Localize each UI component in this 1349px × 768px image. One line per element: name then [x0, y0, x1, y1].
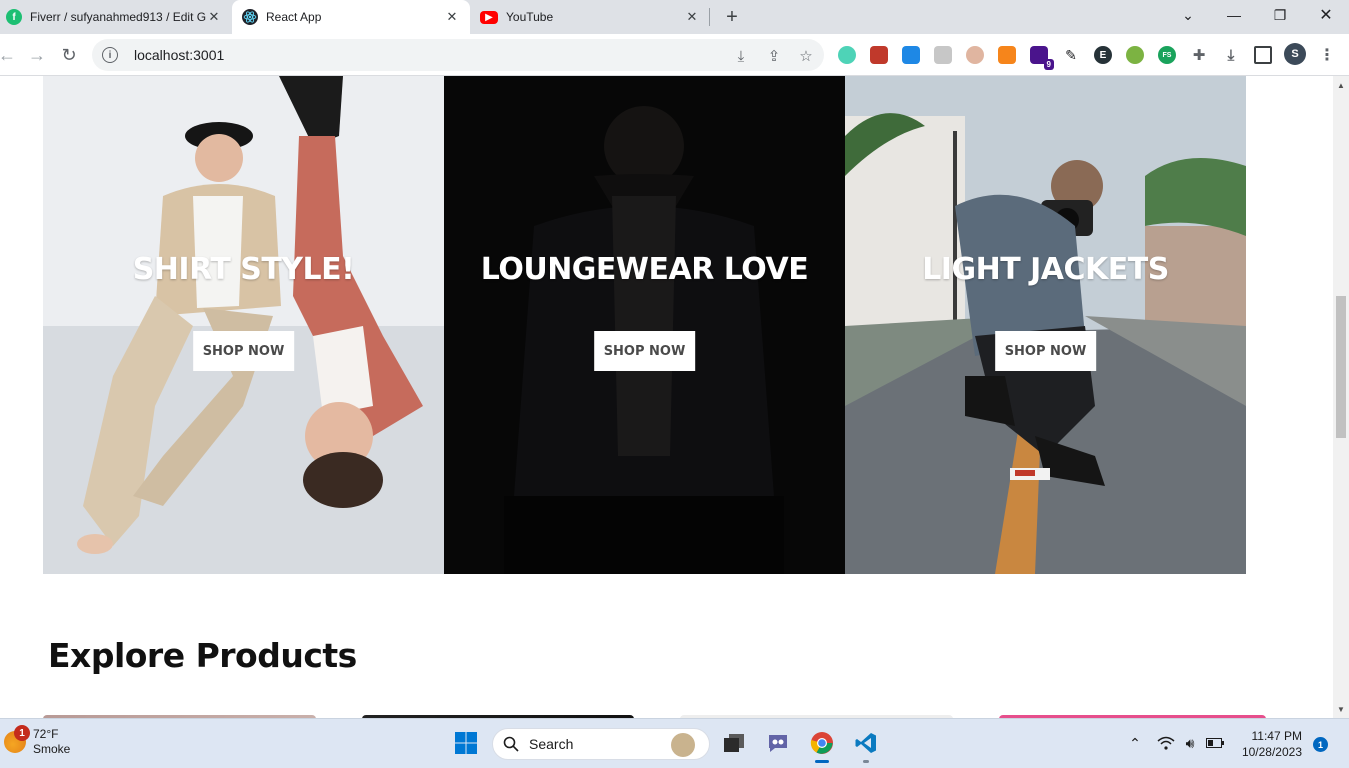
browser-tab-strip: f Fiverr / sufyanahmed913 / Edit G ✕ Rea…: [0, 0, 1349, 34]
share-icon[interactable]: ⇪: [765, 47, 783, 65]
battery-icon[interactable]: [1205, 733, 1225, 753]
weather-widget[interactable]: 1 72°F Smoke: [4, 725, 71, 757]
weather-badge: 1: [14, 725, 30, 741]
shop-now-button[interactable]: SHOP NOW: [994, 331, 1097, 371]
windows-start-icon[interactable]: [453, 730, 479, 756]
tab-title: Fiverr / sufyanahmed913 / Edit G: [30, 10, 206, 24]
extension-fs-icon[interactable]: FS: [1158, 46, 1176, 64]
chrome-icon[interactable]: [809, 730, 835, 756]
extension-badge: 9: [1043, 59, 1054, 70]
extension-bulb-icon[interactable]: [1126, 46, 1144, 64]
bookmark-star-icon[interactable]: ☆: [797, 47, 815, 65]
category-card-light-jackets[interactable]: LIGHT JACKETS SHOP NOW: [845, 76, 1246, 574]
tab-react-app[interactable]: React App ✕: [232, 0, 470, 34]
tab-youtube[interactable]: ▶ YouTube ✕: [472, 0, 708, 34]
scroll-down-arrow-icon[interactable]: ▼: [1333, 702, 1349, 716]
minimize-button[interactable]: —: [1211, 0, 1257, 30]
category-card-shirt-style[interactable]: SHIRT STYLE! SHOP NOW: [43, 76, 444, 574]
new-tab-button[interactable]: +: [720, 5, 744, 29]
forward-icon[interactable]: →: [24, 42, 50, 68]
browser-toolbar: ← → ↻ i localhost:3001 ⤓ ⇪ ☆ 9 ✎ E FS ✚ …: [0, 34, 1349, 76]
weather-condition: Smoke: [33, 742, 71, 756]
shop-now-button[interactable]: SHOP NOW: [192, 331, 295, 371]
address-bar[interactable]: i localhost:3001 ⤓ ⇪ ☆: [92, 39, 824, 71]
side-panel-icon[interactable]: [1254, 46, 1272, 64]
category-title: SHIRT STYLE!: [132, 252, 355, 287]
page-scrollbar[interactable]: ▲ ▼: [1333, 76, 1349, 718]
task-view-icon[interactable]: [721, 730, 747, 756]
chrome-active-indicator: [815, 760, 829, 763]
extension-grey-icon[interactable]: [934, 46, 952, 64]
shirt-style-image: [43, 76, 444, 574]
eyedropper-icon[interactable]: ✎: [1062, 46, 1080, 64]
restore-button[interactable]: ❐: [1257, 0, 1303, 30]
clock-time: 11:47 PM: [1251, 729, 1302, 743]
light-jackets-image: [845, 76, 1246, 574]
search-icon: [503, 736, 519, 752]
teams-chat-icon[interactable]: [765, 730, 791, 756]
site-info-icon[interactable]: i: [102, 47, 118, 63]
extension-clipboard-icon[interactable]: [902, 46, 920, 64]
loungewear-love-image: [444, 76, 845, 574]
youtube-icon: ▶: [480, 10, 498, 24]
downloads-icon[interactable]: ⤓: [1222, 46, 1240, 64]
tab-title: React App: [266, 10, 322, 24]
windows-taskbar: 1 72°F Smoke Search ⌃ 🔊︎ 11:47 PM 10/28/…: [0, 718, 1349, 768]
url-text: localhost:3001: [134, 47, 225, 63]
tab-separator: [709, 8, 710, 26]
scrollbar-thumb[interactable]: [1336, 296, 1346, 438]
section-title-explore-products: Explore Products: [48, 636, 357, 675]
search-label: Search: [529, 736, 574, 752]
extensions-puzzle-icon[interactable]: ✚: [1190, 46, 1208, 64]
vscode-running-indicator: [863, 760, 869, 763]
profile-avatar[interactable]: S: [1284, 43, 1306, 65]
vscode-icon[interactable]: [853, 730, 879, 756]
extension-grammar-icon[interactable]: [838, 46, 856, 64]
tab-search-icon[interactable]: ⌄: [1165, 0, 1211, 30]
close-icon[interactable]: ✕: [206, 9, 222, 25]
extension-dark-circle-icon[interactable]: E: [1094, 46, 1112, 64]
wifi-icon[interactable]: [1156, 733, 1176, 753]
extension-chrome-like-icon[interactable]: [966, 46, 984, 64]
category-banner: SHIRT STYLE! SHOP NOW LOUNGEWEAR LOVE SH…: [43, 76, 1247, 574]
extension-purple-icon[interactable]: 9: [1030, 46, 1054, 70]
system-clock[interactable]: 11:47 PM 10/28/2023: [1236, 728, 1302, 760]
category-title: LOUNGEWEAR LOVE: [480, 252, 809, 287]
category-title: LIGHT JACKETS: [922, 252, 1169, 287]
taskbar-search-box[interactable]: Search: [492, 728, 710, 760]
browser-menu-icon[interactable]: ⋮: [1318, 46, 1336, 64]
install-app-icon[interactable]: ⤓: [732, 47, 750, 65]
close-icon[interactable]: ✕: [684, 9, 700, 25]
category-card-loungewear-love[interactable]: LOUNGEWEAR LOVE SHOP NOW: [444, 76, 845, 574]
close-window-button[interactable]: ✕: [1303, 0, 1349, 30]
clock-date: 10/28/2023: [1241, 745, 1302, 759]
show-hidden-icons-chevron-icon[interactable]: ⌃: [1125, 733, 1145, 753]
fiverr-icon: f: [6, 9, 22, 25]
reload-icon[interactable]: ↻: [56, 42, 82, 68]
weather-sun-icon: 1: [4, 725, 30, 753]
search-highlight-icon: [671, 733, 695, 757]
back-icon[interactable]: ←: [0, 42, 20, 68]
weather-temp: 72°F: [33, 727, 59, 741]
shop-now-button[interactable]: SHOP NOW: [593, 331, 696, 371]
tab-title: YouTube: [506, 10, 554, 24]
scroll-up-arrow-icon[interactable]: ▲: [1333, 78, 1349, 92]
react-icon: [242, 9, 258, 25]
extension-red-icon[interactable]: [870, 46, 888, 64]
metamask-fox-icon[interactable]: [998, 46, 1016, 64]
tab-fiverr[interactable]: f Fiverr / sufyanahmed913 / Edit G ✕: [0, 0, 230, 34]
volume-icon[interactable]: 🔊︎: [1180, 733, 1200, 753]
page-viewport: SHIRT STYLE! SHOP NOW LOUNGEWEAR LOVE SH…: [0, 76, 1333, 718]
close-icon[interactable]: ✕: [444, 9, 460, 25]
notification-badge[interactable]: 1: [1313, 737, 1328, 752]
